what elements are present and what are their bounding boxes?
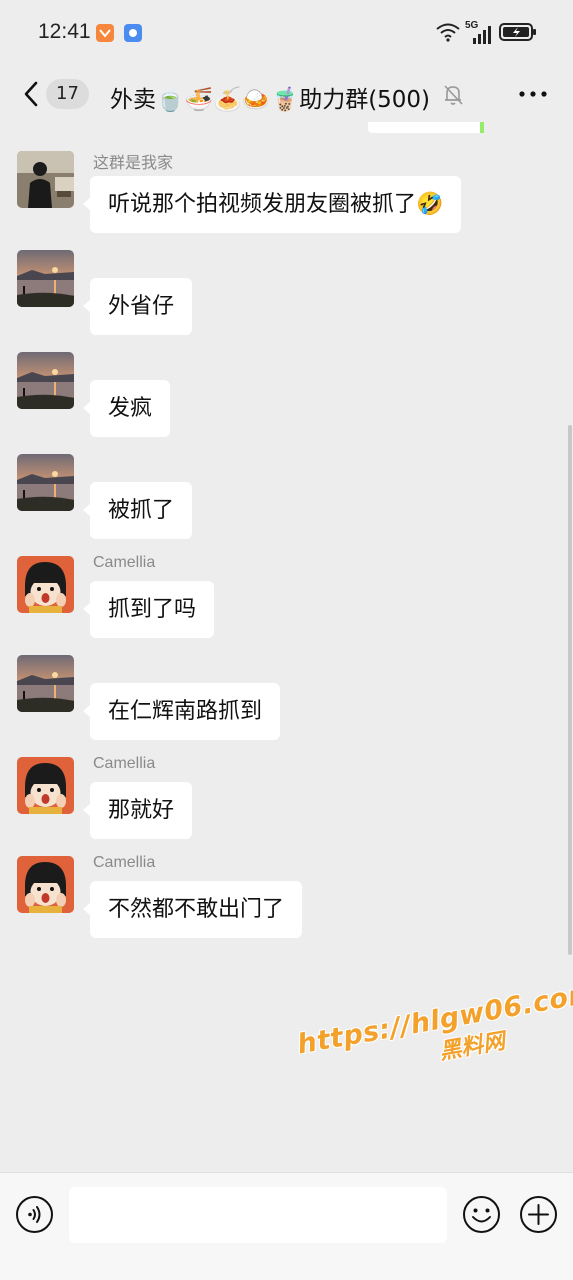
sunset-avatar[interactable] bbox=[17, 655, 74, 712]
voice-input-button[interactable] bbox=[15, 1195, 54, 1234]
watermark: https://hlgw06.com 黑料网 bbox=[295, 977, 573, 1090]
message-bubble[interactable]: 发疯 bbox=[82, 380, 171, 437]
message-bubble[interactable]: 那就好 bbox=[82, 782, 193, 839]
message-bubble[interactable]: 不然都不敢出门了 bbox=[82, 881, 303, 938]
more-dots-icon bbox=[519, 91, 547, 97]
smiley-icon bbox=[463, 1196, 500, 1233]
status-bar: 12:41 5G bbox=[0, 0, 573, 66]
person-avatar[interactable] bbox=[17, 151, 74, 208]
back-button[interactable] bbox=[18, 78, 48, 110]
sender-name: 这群是我家 bbox=[93, 155, 174, 172]
sender-name: Camellia bbox=[93, 554, 156, 571]
voice-icon bbox=[16, 1196, 53, 1233]
more-options-button[interactable] bbox=[517, 84, 549, 104]
cartoon-girl-avatar[interactable] bbox=[17, 556, 74, 613]
message-input[interactable] bbox=[69, 1187, 447, 1243]
status-time: 12:41 bbox=[38, 20, 91, 43]
previous-message-bubble bbox=[368, 122, 484, 133]
message-bubble[interactable]: 抓到了吗 bbox=[82, 581, 215, 638]
app-notification-icon bbox=[96, 24, 114, 42]
sender-name: Camellia bbox=[93, 755, 156, 772]
status-indicators: 5G bbox=[435, 20, 537, 46]
sunset-avatar[interactable] bbox=[17, 352, 74, 409]
message-bubble[interactable]: 被抓了 bbox=[82, 482, 193, 539]
sunset-avatar[interactable] bbox=[17, 250, 74, 307]
signal-icon: 5G bbox=[465, 20, 495, 45]
message-bubble[interactable]: 在仁辉南路抓到 bbox=[82, 683, 281, 740]
chat-header: 17 外卖🍵🍜🍝🍛🧋助力群(500) bbox=[0, 66, 573, 128]
more-functions-button[interactable] bbox=[519, 1195, 558, 1234]
chevron-left-icon bbox=[24, 81, 38, 107]
unread-count-badge[interactable]: 17 bbox=[46, 79, 89, 109]
battery-icon bbox=[499, 22, 537, 46]
chat-title: 外卖🍵🍜🍝🍛🧋助力群(500) bbox=[110, 87, 431, 113]
wifi-icon bbox=[435, 22, 461, 46]
message-bubble[interactable]: 听说那个拍视频发朋友圈被抓了🤣 bbox=[82, 176, 462, 233]
scrollbar[interactable] bbox=[568, 425, 572, 955]
message-bubble[interactable]: 外省仔 bbox=[82, 278, 193, 335]
cartoon-girl-avatar[interactable] bbox=[17, 757, 74, 814]
sunset-avatar[interactable] bbox=[17, 454, 74, 511]
app-notification-icon bbox=[124, 24, 142, 42]
plus-icon bbox=[520, 1196, 557, 1233]
input-bar bbox=[0, 1172, 573, 1280]
sender-name: Camellia bbox=[93, 854, 156, 871]
mute-bell-icon bbox=[442, 83, 464, 107]
cartoon-girl-avatar[interactable] bbox=[17, 856, 74, 913]
emoji-button[interactable] bbox=[462, 1195, 501, 1234]
